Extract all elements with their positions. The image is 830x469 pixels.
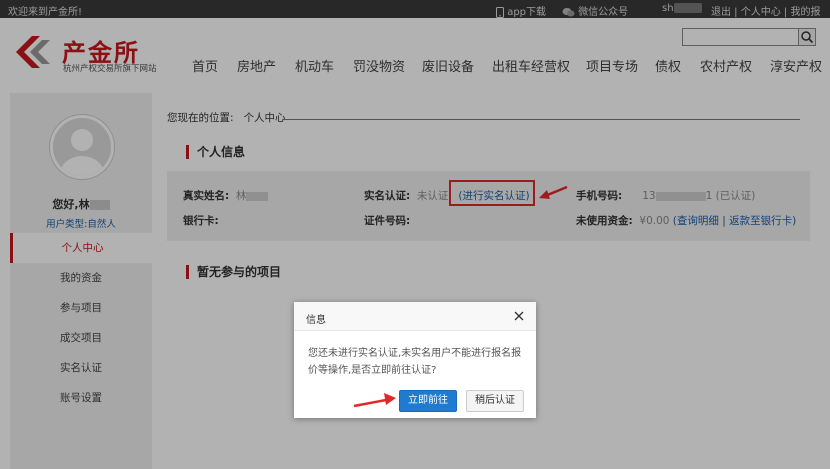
verify-later-button[interactable]: 稍后认证 (466, 390, 524, 412)
close-icon[interactable] (513, 310, 525, 322)
dialog-header: 信息 (294, 302, 536, 331)
dialog-title: 信息 (306, 315, 326, 326)
annotation-arrow-icon (353, 393, 396, 408)
verification-dialog: 信息 您还未进行实名认证,未实名用户不能进行报名报价等操作,是否立即前往认证? … (294, 302, 536, 418)
dialog-message: 您还未进行实名认证,未实名用户不能进行报名报价等操作,是否立即前往认证? (308, 348, 522, 376)
go-verify-button[interactable]: 立即前往 (399, 390, 457, 412)
